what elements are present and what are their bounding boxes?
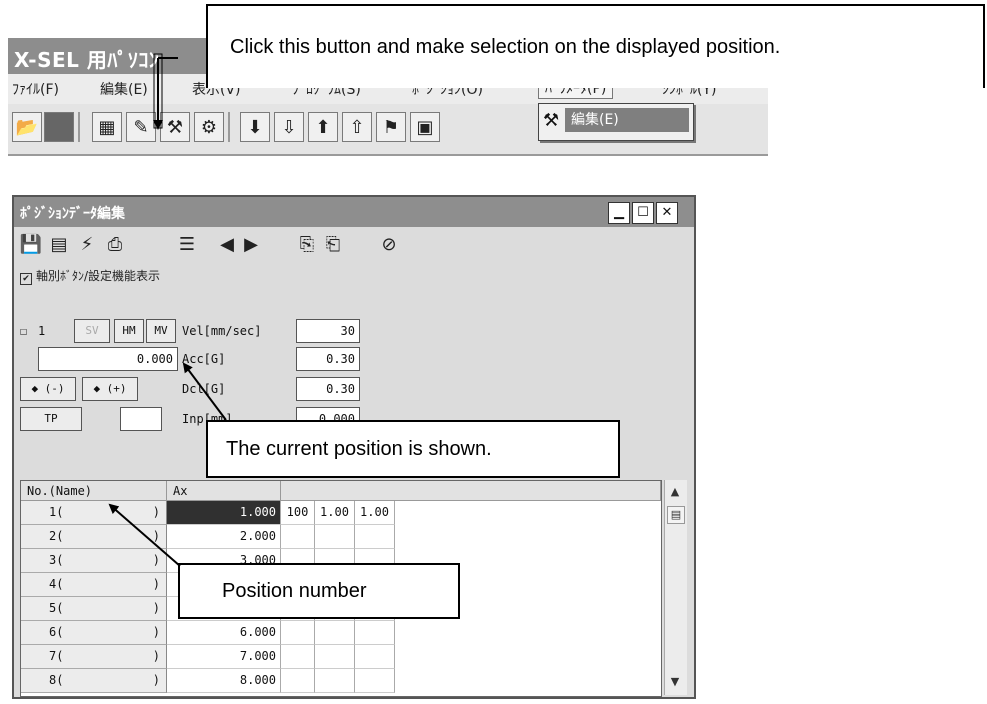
arrow-to-current-position [182, 362, 227, 421]
arrow-to-position-number [108, 503, 181, 567]
arrow-to-pencil-button [153, 53, 178, 130]
annotation-arrows [108, 53, 227, 567]
